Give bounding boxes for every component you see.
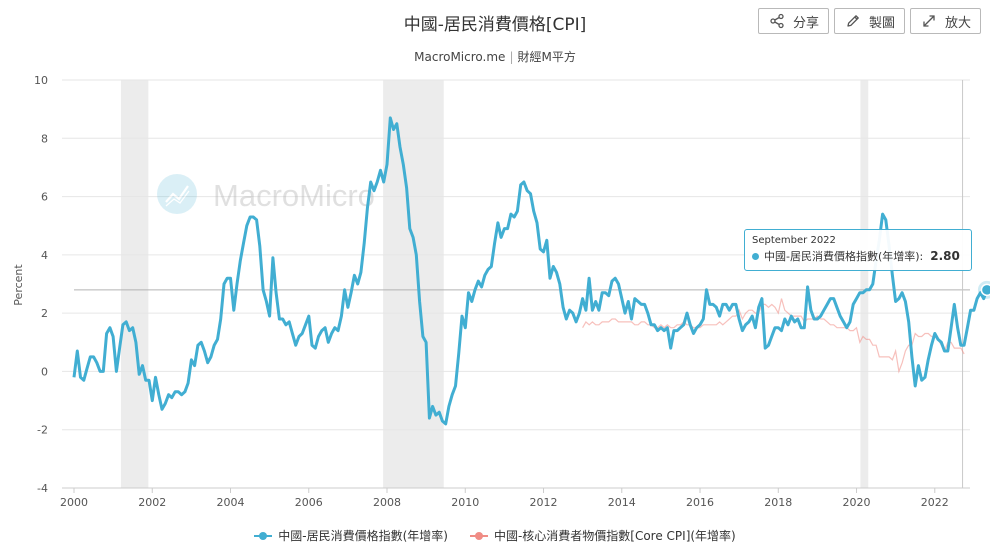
recession-bands: [120, 80, 869, 488]
y-tick-label: -4: [37, 482, 48, 495]
x-tick-label: 2012: [530, 496, 558, 509]
tooltip-date: September 2022: [752, 235, 836, 246]
watermark-text: MacroMicro: [213, 178, 375, 213]
x-tick-label: 2016: [686, 496, 714, 509]
x-tick-label: 2006: [295, 496, 323, 509]
y-axis-label: Percent: [12, 264, 25, 306]
legend-core-cpi-label: 中國-核心消費者物價指數[Core CPI](年增率): [493, 529, 736, 543]
hover-tooltip: September 2022 中國-居民消費價格指數(年增率): 2.80: [744, 229, 972, 271]
x-tick-label: 2000: [60, 496, 88, 509]
legend-item-cpi[interactable]: 中國-居民消費價格指數(年增率): [254, 527, 448, 544]
legend-item-core-cpi[interactable]: 中國-核心消費者物價指數[Core CPI](年增率): [469, 527, 736, 544]
x-tick-label: 2020: [843, 496, 871, 509]
legend-cpi-marker: [254, 531, 273, 541]
tooltip-series-name: 中國-居民消費價格指數(年增率):: [764, 250, 924, 263]
tooltip-series-dot: [752, 252, 759, 260]
macromicro-logo-icon: [157, 174, 197, 214]
y-tick-label: 4: [41, 249, 48, 262]
y-tick-label: 10: [34, 74, 48, 87]
y-tick-label: 8: [41, 132, 48, 145]
cpi-line-chart[interactable]: MacroMicro -4-20246810 2000 2002 2004 2006 2…: [0, 0, 990, 553]
hover-marker-point: [980, 283, 990, 297]
x-tick-label: 2014: [608, 496, 636, 509]
tooltip-value: 2.80: [930, 249, 960, 263]
legend-core-cpi-marker: [469, 531, 488, 541]
y-tick-label: 6: [41, 191, 48, 204]
macromicro-watermark: MacroMicro: [157, 174, 375, 214]
y-tick-label: 0: [41, 365, 48, 378]
y-tick-labels: -4 -2 0 2 4 6 8 10: [34, 74, 48, 495]
x-tick-label: 2004: [217, 496, 245, 509]
recession-band-1: [383, 80, 444, 488]
y-tick-label: 2: [41, 307, 48, 320]
y-tick-label: -2: [37, 424, 48, 437]
chart-legend: 中國-居民消費價格指數(年增率) 中國-核心消費者物價指數[Core CPI](…: [0, 527, 990, 544]
x-tick-label: 2022: [921, 496, 949, 509]
recession-band-0: [120, 80, 149, 488]
x-tick-label: 2008: [373, 496, 401, 509]
x-tick-label: 2018: [764, 496, 792, 509]
x-tick-label: 2002: [138, 496, 166, 509]
x-tick-labels: 2000 2002 2004 2006 2008 2010 2012 2014 2016 2018…: [60, 488, 949, 509]
x-tick-label: 2010: [451, 496, 479, 509]
recession-band-2: [860, 80, 869, 488]
legend-cpi-label: 中國-居民消費價格指數(年增率): [278, 529, 448, 543]
